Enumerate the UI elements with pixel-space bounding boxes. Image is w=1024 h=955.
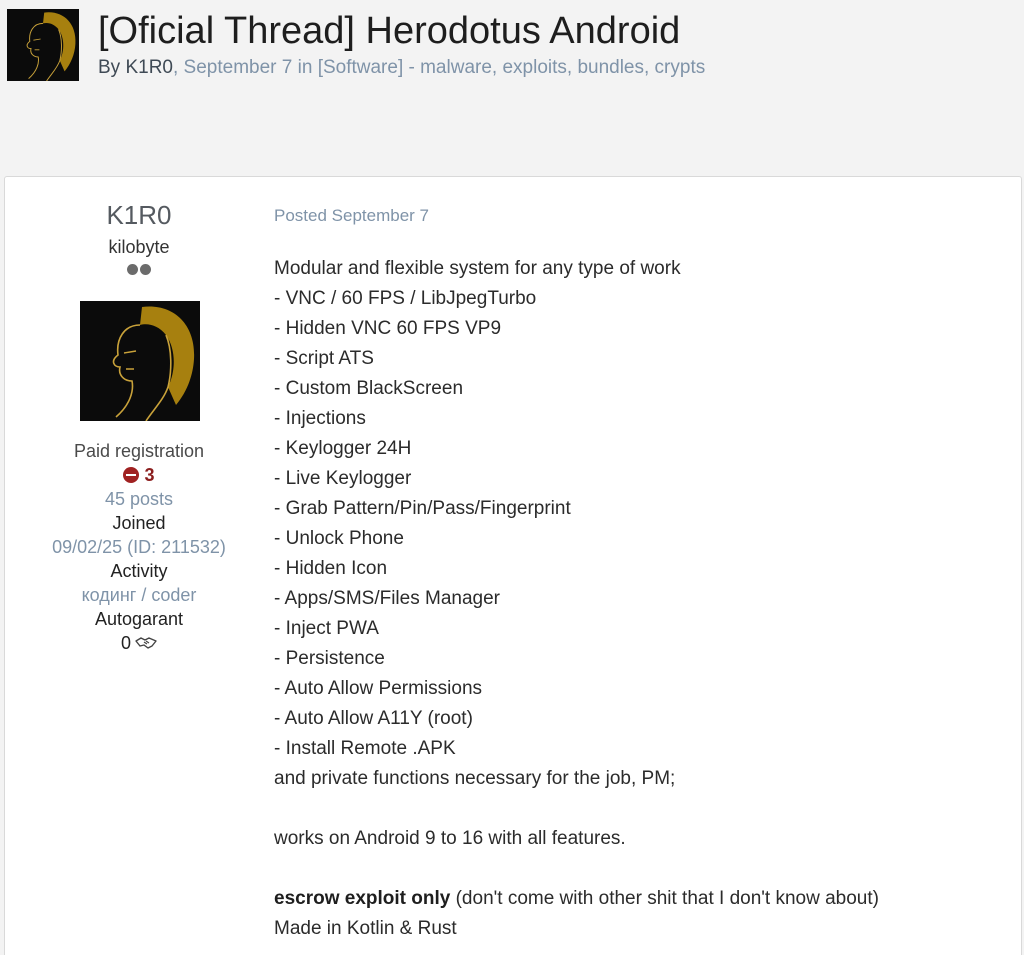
autogarant-label: Autogarant (94, 609, 184, 629)
forum-page: [Oficial Thread] Herodotus Android By K1… (0, 0, 1024, 955)
topic-title: [Oficial Thread] Herodotus Android (98, 10, 681, 52)
feature-item: - Unlock Phone (274, 528, 404, 549)
feature-item: - Auto Allow Permissions (274, 678, 483, 699)
topic-author-link[interactable]: K1R0 (125, 57, 173, 78)
minus-circle-icon (123, 467, 140, 483)
by-label: By (98, 57, 126, 78)
escrow-rest: (don't come with other shit that I don't… (450, 888, 879, 909)
topic-meta: By K1R0, September 7 in [Software] - mal… (98, 55, 705, 81)
feature-item: - Live Keylogger (274, 468, 412, 489)
joined-label: Joined (112, 513, 166, 533)
post-body: Modular and flexible system for any type… (274, 254, 1014, 944)
feature-item: - Inject PWA (274, 618, 379, 639)
handshake-icon (135, 637, 157, 649)
feature-item: - Persistence (274, 648, 385, 669)
feature-item: - Script ATS (274, 348, 374, 369)
rank-pip-icon (140, 264, 151, 276)
topic-header: [Oficial Thread] Herodotus Android By K1… (0, 0, 1024, 176)
made-in-line: Made in Kotlin & Rust (274, 918, 457, 939)
forum-link[interactable]: [Software] - malware, exploits, bundles,… (318, 57, 706, 78)
post-count-link[interactable]: 45 posts (5, 487, 273, 511)
autogarant-value: 0 (5, 631, 273, 655)
activity-label: Activity (110, 561, 168, 581)
post-card: K1R0 kilobyte Paid registration 3 45 pos… (4, 176, 1022, 955)
feature-item: - Hidden VNC 60 FPS VP9 (274, 318, 502, 339)
feature-item: - Apps/SMS/Files Manager (274, 588, 500, 609)
author-avatar-small[interactable] (7, 9, 79, 81)
feature-item: - Custom BlackScreen (274, 378, 464, 399)
feature-item: - VNC / 60 FPS / LibJpegTurbo (274, 288, 537, 309)
feature-item: - Auto Allow A11Y (root) (274, 708, 473, 729)
activity-value: кодинг / coder (81, 585, 197, 605)
joined-value: 09/02/25 (ID: 211532) (52, 537, 226, 557)
compat-line: works on Android 9 to 16 with all featur… (274, 828, 626, 849)
member-group: Paid registration (73, 441, 205, 461)
escrow-bold: escrow exploit only (274, 888, 451, 909)
author-avatar[interactable] (80, 301, 200, 421)
author-rank: kilobyte (108, 237, 170, 257)
post-date[interactable]: Posted September 7 (274, 205, 429, 227)
private-functions-line: and private functions necessary for the … (274, 768, 676, 789)
feature-item: - Injections (274, 408, 366, 429)
escrow-line: escrow exploit only (don't come with oth… (274, 884, 1014, 914)
warning-points[interactable]: 3 (5, 463, 273, 487)
feature-item: - Hidden Icon (274, 558, 388, 579)
feature-item: - Grab Pattern/Pin/Pass/Fingerprint (274, 498, 571, 519)
post-intro: Modular and flexible system for any type… (274, 258, 681, 279)
feature-list: - VNC / 60 FPS / LibJpegTurbo - Hidden VN… (274, 284, 1014, 764)
author-name[interactable]: K1R0 (5, 199, 273, 231)
rank-pips (5, 261, 273, 277)
autogarant-count: 0 (120, 633, 131, 653)
feature-item: - Keylogger 24H (274, 438, 412, 459)
topic-date: , September 7 in (172, 57, 318, 78)
rank-pip-icon (127, 264, 138, 276)
avatar-portrait-icon (7, 9, 79, 81)
warning-count: 3 (144, 465, 155, 485)
avatar-portrait-icon (80, 301, 200, 421)
feature-item: - Install Remote .APK (274, 738, 456, 759)
